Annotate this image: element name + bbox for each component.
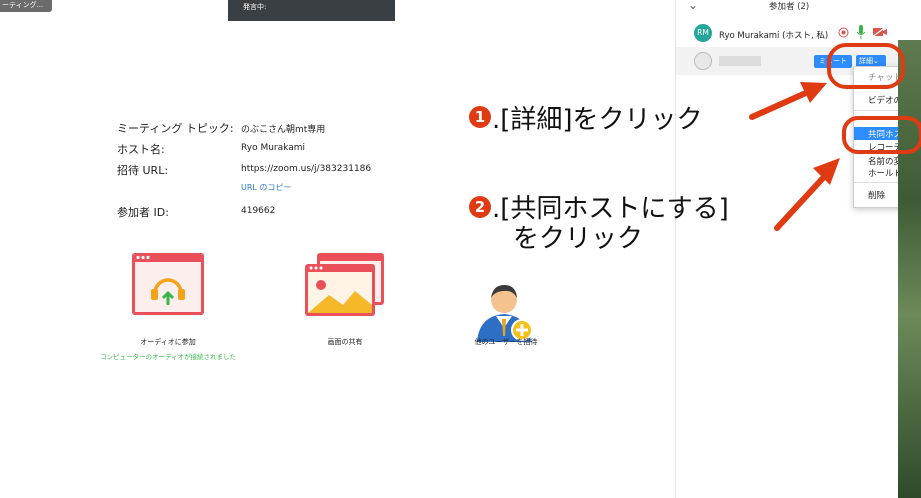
step2-number: 2 [469,196,491,218]
step1-number: 1 [469,106,491,128]
highlight-circle-cohost [842,116,921,154]
highlight-circle-details [827,43,905,89]
annotation-overlay [749,43,921,231]
step1-instruction: .[詳細]をクリック [492,105,703,135]
arrow-icon [774,158,840,231]
arrow-icon [749,82,827,120]
step2-instruction-line2: をクリック [513,224,644,254]
